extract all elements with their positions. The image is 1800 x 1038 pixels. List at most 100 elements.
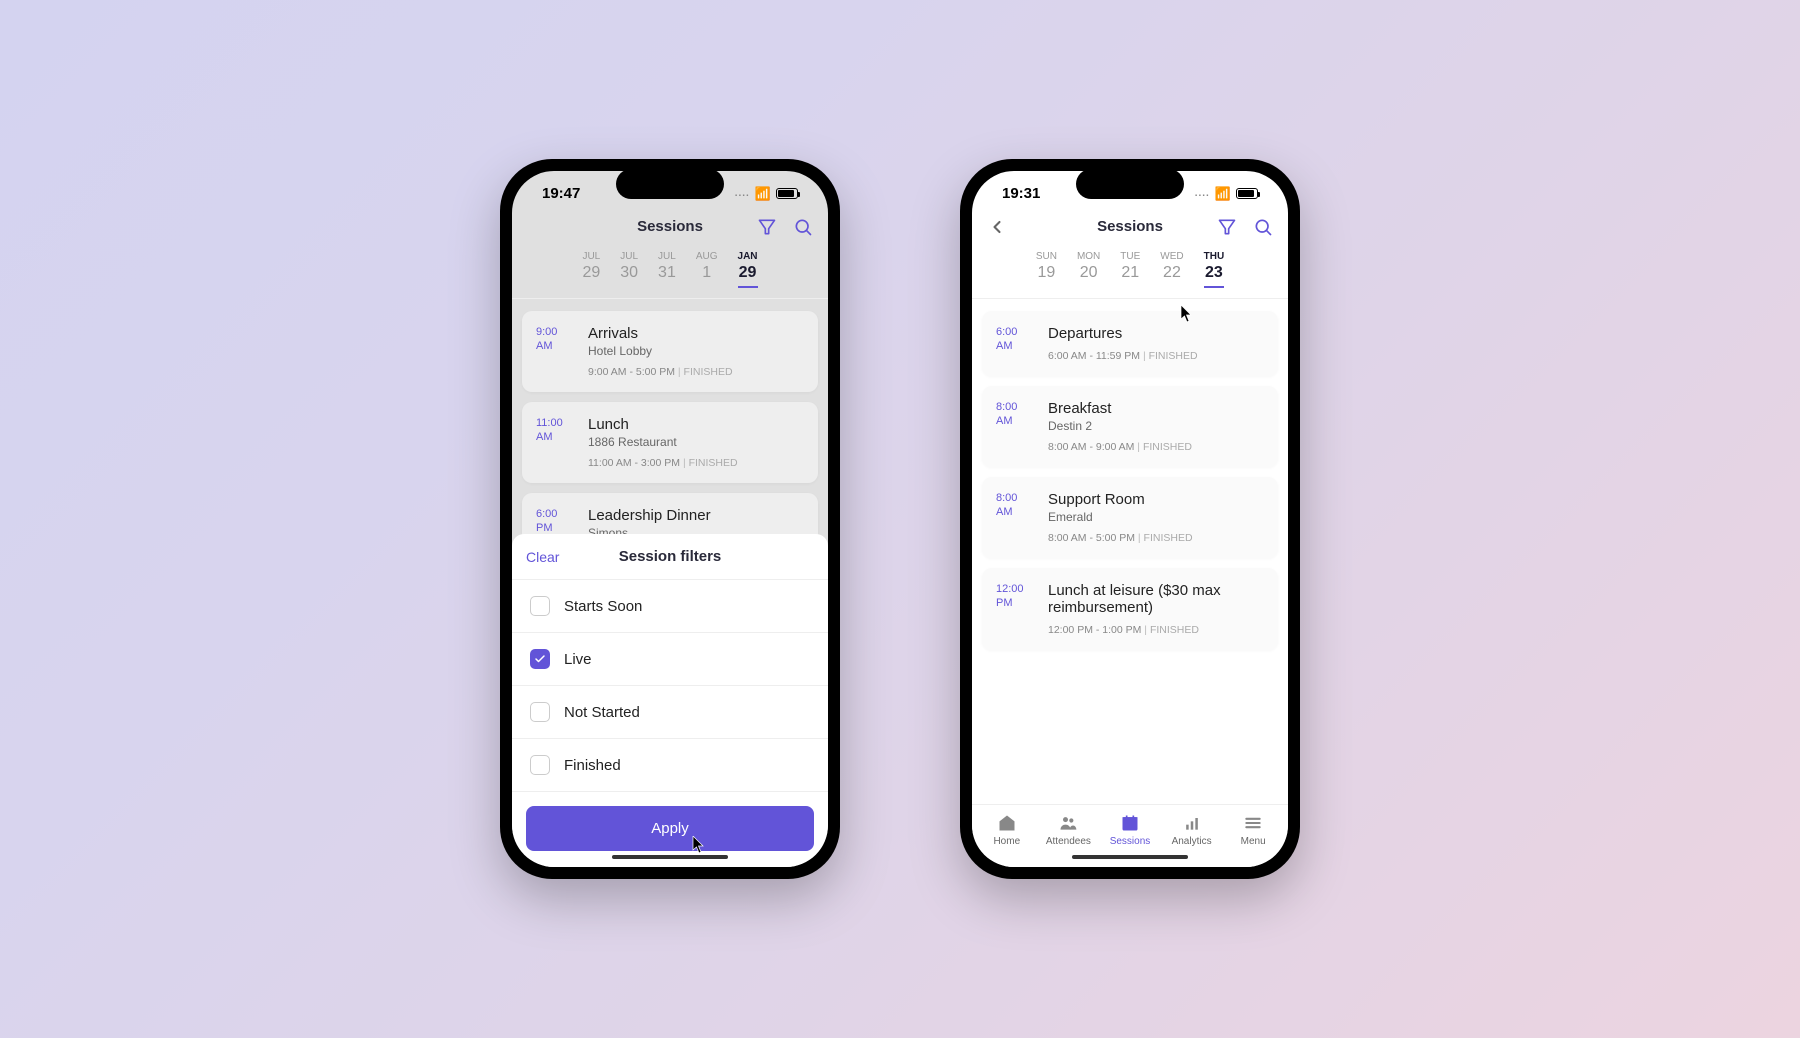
header: Sessions: [972, 208, 1288, 245]
chevron-left-icon[interactable]: [986, 216, 1008, 238]
session-meta: 8:00 AM - 9:00 AM | FINISHED: [1048, 441, 1264, 453]
date-tab-day: JAN: [738, 251, 758, 262]
date-tab-num: 29: [738, 264, 758, 288]
tab-label: Attendees: [1038, 836, 1100, 847]
filter-row[interactable]: Finished: [512, 739, 828, 792]
date-tab[interactable]: AUG1: [696, 251, 718, 288]
checkbox[interactable]: [530, 702, 550, 722]
notch: [616, 169, 724, 199]
session-status: FINISHED: [1149, 350, 1198, 362]
filter-label: Finished: [564, 757, 621, 774]
checkbox[interactable]: [530, 596, 550, 616]
session-card[interactable]: 11:00 AMLunch1886 Restaurant11:00 AM - 3…: [522, 402, 818, 483]
menu-icon: [1222, 813, 1284, 833]
date-tab-num: 21: [1120, 264, 1140, 282]
date-tab-day: TUE: [1120, 251, 1140, 262]
status-time: 19:47: [542, 185, 580, 202]
tab-label: Home: [976, 836, 1038, 847]
sheet-header: Clear Session filters: [512, 534, 828, 580]
home-indicator[interactable]: [1072, 855, 1188, 859]
session-status: FINISHED: [1143, 441, 1192, 453]
session-status: FINISHED: [684, 366, 733, 378]
session-meta: 11:00 AM - 3:00 PM | FINISHED: [588, 457, 804, 469]
filter-label: Live: [564, 651, 592, 668]
wifi-icon: [755, 185, 771, 202]
tab-sessions[interactable]: Sessions: [1099, 813, 1161, 847]
date-tab[interactable]: JAN 29: [738, 251, 758, 288]
search-icon[interactable]: [1252, 216, 1274, 238]
date-tab-num: 23: [1204, 264, 1225, 288]
session-card[interactable]: 6:00 AMDepartures6:00 AM - 11:59 PM | FI…: [982, 311, 1278, 376]
analytics-icon: [1161, 813, 1223, 833]
filter-row[interactable]: Live: [512, 633, 828, 686]
clear-button[interactable]: Clear: [526, 549, 559, 565]
session-title: Breakfast: [1048, 400, 1264, 417]
date-tab-num: 30: [620, 264, 638, 282]
screen-left: 19:47 .... Sessions JUL 29 JUL 30 JUL31 AUG1 J…: [512, 171, 828, 867]
session-card[interactable]: 12:00 PMLunch at leisure ($30 max reimbu…: [982, 568, 1278, 650]
date-tab-num: 29: [582, 264, 600, 282]
date-tab[interactable]: JUL 29: [582, 251, 600, 288]
date-tab[interactable]: TUE 21: [1120, 251, 1140, 288]
date-tab[interactable]: WED22: [1160, 251, 1183, 288]
search-icon[interactable]: [792, 216, 814, 238]
cursor-icon: [1180, 305, 1194, 323]
session-location: Hotel Lobby: [588, 344, 804, 358]
header: Sessions: [512, 208, 828, 245]
checkbox[interactable]: [530, 649, 550, 669]
filter-row[interactable]: Starts Soon: [512, 580, 828, 633]
session-location: Destin 2: [1048, 419, 1264, 433]
phone-left: 19:47 .... Sessions JUL 29 JUL 30 JUL31 AUG1 J…: [500, 159, 840, 879]
session-time: 12:00 PM: [996, 582, 1034, 636]
session-card[interactable]: 8:00 AMSupport RoomEmerald8:00 AM - 5:00…: [982, 477, 1278, 558]
notch: [1076, 169, 1184, 199]
filter-label: Not Started: [564, 704, 640, 721]
filter-icon[interactable]: [756, 216, 778, 238]
session-status: FINISHED: [1150, 624, 1199, 636]
attendees-icon: [1038, 813, 1100, 833]
session-time: 11:00 AM: [536, 416, 574, 469]
signal-dots-icon: ....: [1195, 188, 1210, 199]
signal-dots-icon: ....: [735, 188, 750, 199]
session-time: 9:00 AM: [536, 325, 574, 378]
filter-icon[interactable]: [1216, 216, 1238, 238]
sessions-list: 6:00 AMDepartures6:00 AM - 11:59 PM | FI…: [972, 299, 1288, 672]
tab-home[interactable]: Home: [976, 813, 1038, 847]
date-tab[interactable]: JUL31: [658, 251, 676, 288]
session-meta: 9:00 AM - 5:00 PM | FINISHED: [588, 366, 804, 378]
date-tab-num: 31: [658, 264, 676, 282]
header-title: Sessions: [637, 218, 703, 235]
session-status: FINISHED: [689, 457, 738, 469]
date-tab-day: MON: [1077, 251, 1100, 262]
date-tab[interactable]: SUN19: [1036, 251, 1057, 288]
filter-row[interactable]: Not Started: [512, 686, 828, 739]
checkbox[interactable]: [530, 755, 550, 775]
date-tabs: JUL 29 JUL 30 JUL31 AUG1 JAN 29: [512, 245, 828, 299]
session-title: Leadership Dinner: [588, 507, 804, 524]
filter-sheet: Clear Session filters Starts Soon Live Not…: [512, 534, 828, 867]
date-tab-day: THU: [1204, 251, 1225, 262]
tab-analytics[interactable]: Analytics: [1161, 813, 1223, 847]
tab-menu[interactable]: Menu: [1222, 813, 1284, 847]
session-title: Arrivals: [588, 325, 804, 342]
date-tab-num: 22: [1160, 264, 1183, 282]
status-icons: ....: [1195, 185, 1258, 202]
date-tab-num: 20: [1077, 264, 1100, 282]
status-icons: ....: [735, 185, 798, 202]
date-tab[interactable]: THU 23: [1204, 251, 1225, 288]
date-tab-day: JUL: [620, 251, 638, 262]
date-tab[interactable]: JUL 30: [620, 251, 638, 288]
filter-label: Starts Soon: [564, 598, 642, 615]
session-title: Support Room: [1048, 491, 1264, 508]
date-tab-day: JUL: [582, 251, 600, 262]
tab-attendees[interactable]: Attendees: [1038, 813, 1100, 847]
session-time: 8:00 AM: [996, 491, 1034, 544]
apply-button[interactable]: Apply: [526, 806, 814, 851]
date-tab[interactable]: MON 20: [1077, 251, 1100, 288]
session-status: FINISHED: [1144, 532, 1193, 544]
home-indicator[interactable]: [612, 855, 728, 859]
session-card[interactable]: 8:00 AMBreakfastDestin 28:00 AM - 9:00 A…: [982, 386, 1278, 467]
session-card[interactable]: 9:00 AM Arrivals Hotel Lobby 9:00 AM - 5:00…: [522, 311, 818, 392]
tab-label: Menu: [1222, 836, 1284, 847]
sheet-title: Session filters: [619, 548, 722, 565]
